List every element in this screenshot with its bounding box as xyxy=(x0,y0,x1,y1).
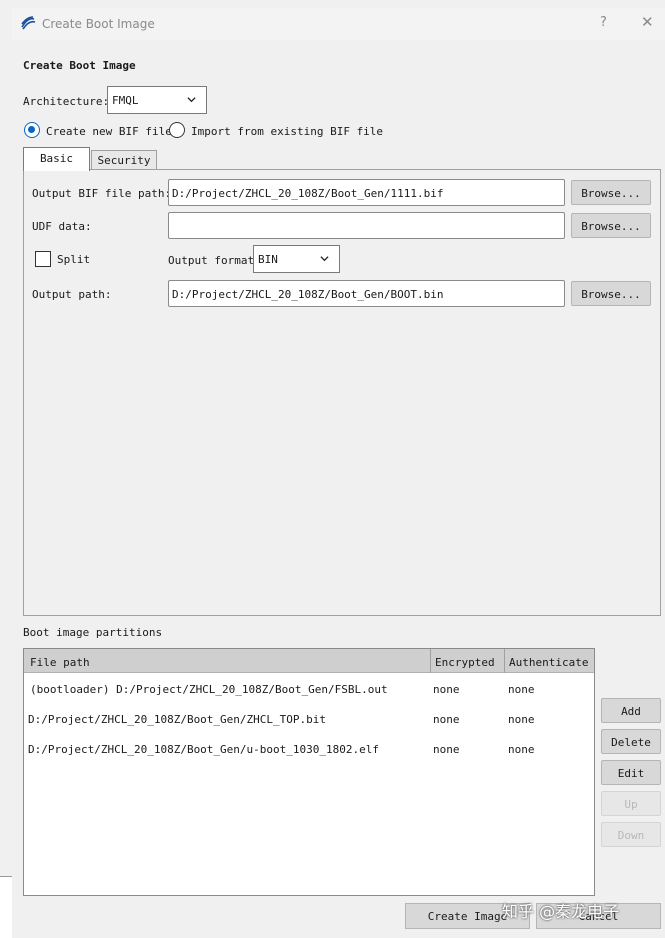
table-row-path[interactable]: D:/Project/ZHCL_20_108Z/Boot_Gen/ZHCL_TO… xyxy=(28,713,326,726)
window-title: Create Boot Image xyxy=(42,17,155,31)
column-header-authenticate[interactable]: Authenticate xyxy=(509,656,588,669)
output-path-value: D:/Project/ZHCL_20_108Z/Boot_Gen/BOOT.bi… xyxy=(172,288,444,301)
architecture-label: Architecture: xyxy=(23,95,110,108)
table-row-encrypted: none xyxy=(433,743,460,756)
add-partition-button[interactable]: Add xyxy=(601,698,661,723)
output-format-value: BIN xyxy=(258,253,278,266)
output-bif-label: Output BIF file path: xyxy=(32,187,172,200)
help-button[interactable]: ? xyxy=(600,15,607,30)
app-logo-icon xyxy=(21,16,36,30)
move-up-button[interactable]: Up xyxy=(601,791,661,816)
import-bif-radio[interactable] xyxy=(169,122,185,138)
output-path-label: Output path: xyxy=(32,288,112,301)
browse-output-button[interactable]: Browse... xyxy=(571,281,651,306)
move-down-button[interactable]: Down xyxy=(601,822,661,847)
output-format-label: Output format xyxy=(168,254,255,267)
output-path-input[interactable]: D:/Project/ZHCL_20_108Z/Boot_Gen/BOOT.bi… xyxy=(168,280,565,307)
create-new-bif-radio[interactable] xyxy=(24,122,40,138)
column-divider xyxy=(504,649,505,673)
column-header-encrypted[interactable]: Encrypted xyxy=(435,656,495,669)
udf-input[interactable] xyxy=(168,212,565,239)
output-bif-input[interactable]: D:/Project/ZHCL_20_108Z/Boot_Gen/1111.bi… xyxy=(168,179,565,206)
partitions-label: Boot image partitions xyxy=(23,626,163,639)
create-new-bif-label[interactable]: Create new BIF file xyxy=(46,125,172,138)
table-row-authenticate: none xyxy=(508,743,535,756)
table-header: File path Encrypted Authenticate xyxy=(24,649,594,673)
close-icon[interactable]: ✕ xyxy=(641,13,654,31)
table-row-encrypted: none xyxy=(433,683,460,696)
title-bar: Create Boot Image ? ✕ xyxy=(12,8,665,40)
output-format-dropdown[interactable]: BIN xyxy=(253,245,340,273)
split-label[interactable]: Split xyxy=(57,253,90,266)
udf-label: UDF data: xyxy=(32,220,92,233)
edit-partition-button[interactable]: Edit xyxy=(601,760,661,785)
browse-udf-button[interactable]: Browse... xyxy=(571,213,651,238)
output-bif-value: D:/Project/ZHCL_20_108Z/Boot_Gen/1111.bi… xyxy=(172,187,444,200)
table-row-path[interactable]: D:/Project/ZHCL_20_108Z/Boot_Gen/u-boot_… xyxy=(28,743,379,756)
tab-security[interactable]: Security xyxy=(91,150,157,170)
tab-basic[interactable]: Basic xyxy=(23,147,90,171)
import-bif-label[interactable]: Import from existing BIF file xyxy=(191,125,383,138)
chevron-down-icon xyxy=(320,256,329,262)
table-row-path[interactable]: (bootloader) D:/Project/ZHCL_20_108Z/Boo… xyxy=(30,683,388,696)
column-header-file-path[interactable]: File path xyxy=(30,656,90,669)
table-row-authenticate: none xyxy=(508,713,535,726)
chevron-down-icon xyxy=(187,97,196,103)
delete-partition-button[interactable]: Delete xyxy=(601,729,661,754)
partitions-table[interactable]: File path Encrypted Authenticate (bootlo… xyxy=(23,648,595,896)
watermark: 知乎 @秦龙电子 xyxy=(502,902,620,921)
page-title: Create Boot Image xyxy=(23,59,136,72)
split-checkbox[interactable] xyxy=(35,251,51,267)
column-divider xyxy=(430,649,431,673)
architecture-dropdown[interactable]: FMQL xyxy=(107,86,207,114)
architecture-value: FMQL xyxy=(112,94,139,107)
background-window-edge xyxy=(0,876,12,938)
browse-bif-button[interactable]: Browse... xyxy=(571,180,651,205)
table-row-encrypted: none xyxy=(433,713,460,726)
table-row-authenticate: none xyxy=(508,683,535,696)
